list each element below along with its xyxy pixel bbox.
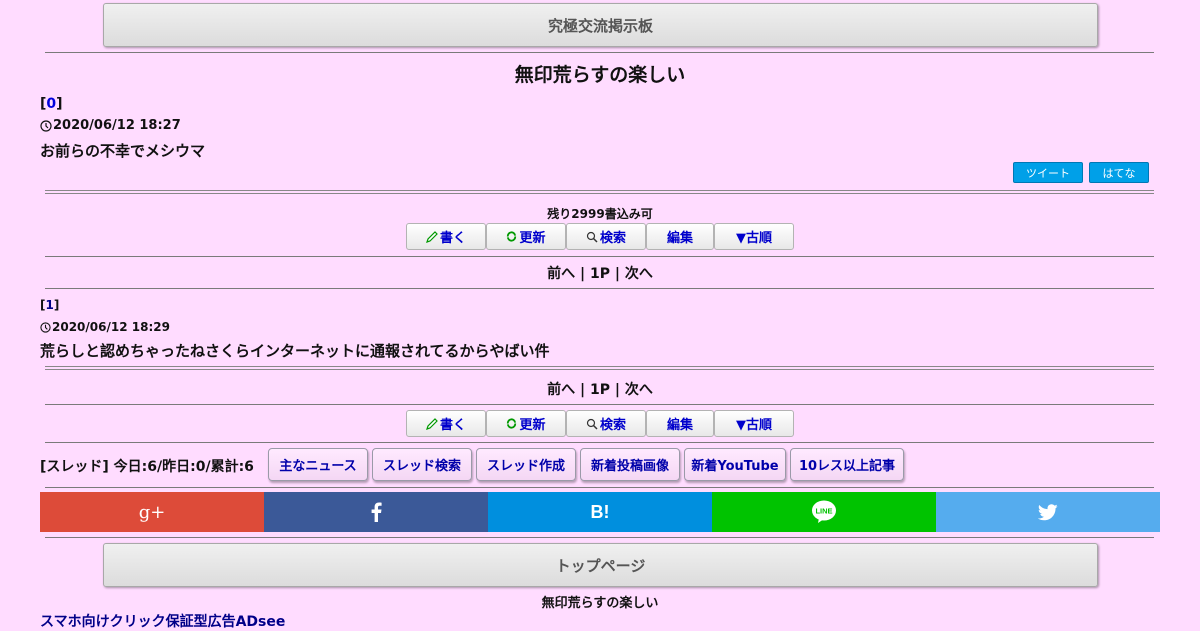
pager: 前へ | 1P | 次へ: [547, 382, 653, 398]
post-number: [0]: [40, 96, 63, 112]
hatena-label: はてな: [1102, 166, 1136, 180]
popular-posts-button[interactable]: 10レス以上記事: [790, 448, 904, 481]
next-link[interactable]: 次へ: [625, 382, 653, 398]
refresh-button[interactable]: 更新: [486, 223, 566, 250]
remaining-count: 残り2999書込み可: [547, 207, 653, 221]
thread-toolbar: 書く 更新 検索 編集 ▼古順: [406, 223, 794, 250]
old-order-button[interactable]: ▼古順: [714, 410, 794, 437]
clock-icon: [40, 321, 51, 333]
edit-label: 編集: [666, 418, 693, 433]
divider: [45, 487, 1154, 488]
post-date-text: 2020/06/12 18:27: [53, 118, 181, 133]
refresh-label: 更新: [519, 418, 546, 433]
pencil-icon: [426, 230, 438, 243]
post-body: 荒らしと認めちゃったねさくらインターネットに通報されてるからやばい件: [40, 342, 550, 360]
refresh-label: 更新: [519, 231, 546, 246]
search-label: 検索: [599, 418, 626, 433]
pencil-icon: [426, 417, 438, 430]
thread-toolbar: 書く 更新 検索 編集 ▼古順: [406, 410, 794, 437]
thread-title: 無印荒らすの楽しい: [514, 64, 686, 86]
line-share[interactable]: LINE: [712, 492, 936, 532]
divider: [45, 537, 1154, 538]
search-button[interactable]: 検索: [566, 410, 646, 437]
write-button[interactable]: 書く: [406, 410, 486, 437]
prev-link[interactable]: 前へ: [547, 266, 575, 282]
divider: [45, 190, 1154, 194]
pager: 前へ | 1P | 次へ: [547, 266, 653, 282]
new-youtube-button[interactable]: 新着YouTube: [684, 448, 786, 481]
magnifier-icon: [586, 231, 598, 243]
top-page-button[interactable]: トップページ: [103, 543, 1098, 587]
line-icon: LINE: [812, 500, 836, 523]
facebook-share[interactable]: [264, 492, 488, 532]
divider: [45, 256, 1154, 257]
facebook-icon: [371, 502, 382, 522]
svg-text:LINE: LINE: [815, 507, 832, 516]
refresh-button[interactable]: 更新: [486, 410, 566, 437]
search-button[interactable]: 検索: [566, 223, 646, 250]
twitter-icon: [1038, 503, 1058, 520]
post-body: お前らの不幸でメシウマ: [40, 142, 206, 160]
post-number-link[interactable]: 0: [46, 96, 56, 112]
divider: [45, 404, 1154, 405]
old-order-label: ▼古順: [736, 231, 772, 246]
old-order-button[interactable]: ▼古順: [714, 223, 794, 250]
footer-thread-title: 無印荒らすの楽しい: [541, 596, 659, 611]
page-indicator: 1P: [589, 382, 610, 398]
page-indicator: 1P: [589, 266, 610, 282]
divider: [45, 366, 1154, 370]
post-date-text: 2020/06/12 18:29: [52, 320, 170, 334]
hatena-bookmark-icon: B!: [590, 501, 610, 522]
clock-icon: [40, 119, 52, 132]
next-link[interactable]: 次へ: [625, 266, 653, 282]
google-plus-icon: g+: [138, 501, 166, 523]
top-board-label: 究極交流掲示板: [547, 16, 653, 35]
tweet-button[interactable]: ツイート: [1013, 162, 1083, 183]
divider: [45, 288, 1154, 289]
magnifier-icon: [586, 418, 598, 430]
post-number: [1]: [40, 298, 60, 312]
edit-button[interactable]: 編集: [646, 410, 714, 437]
thread-create-button[interactable]: スレッド作成: [476, 448, 576, 481]
hatena-bookmark-share[interactable]: B!: [488, 492, 712, 532]
thread-stats: [スレッド] 今日:6/昨日:0/累計:6: [40, 459, 254, 475]
google-plus-share[interactable]: g+: [40, 492, 264, 532]
write-label: 書く: [439, 418, 466, 433]
hatena-button[interactable]: はてな: [1089, 162, 1149, 183]
write-button[interactable]: 書く: [406, 223, 486, 250]
prev-link[interactable]: 前へ: [547, 382, 575, 398]
post-date: 2020/06/12 18:27: [40, 118, 181, 133]
edit-label: 編集: [666, 231, 693, 246]
divider: [45, 52, 1154, 53]
divider: [45, 442, 1154, 443]
main-news-button[interactable]: 主なニュース: [268, 448, 368, 481]
write-label: 書く: [439, 231, 466, 246]
tweet-label: ツイート: [1026, 166, 1070, 180]
top-board-button[interactable]: 究極交流掲示板: [103, 3, 1098, 47]
edit-button[interactable]: 編集: [646, 223, 714, 250]
ad-link[interactable]: スマホ向けクリック保証型広告ADsee: [40, 611, 285, 631]
refresh-icon: [507, 231, 517, 242]
social-share-bar: g+ B! LINE: [40, 492, 1160, 532]
search-label: 検索: [599, 231, 626, 246]
top-page-label: トップページ: [555, 556, 646, 575]
post-number-link[interactable]: 1: [45, 298, 53, 312]
thread-search-button[interactable]: スレッド検索: [372, 448, 472, 481]
twitter-share[interactable]: [936, 492, 1160, 532]
new-images-button[interactable]: 新着投稿画像: [580, 448, 680, 481]
post-date: 2020/06/12 18:29: [40, 320, 170, 334]
refresh-icon: [507, 418, 517, 429]
old-order-label: ▼古順: [736, 418, 772, 433]
